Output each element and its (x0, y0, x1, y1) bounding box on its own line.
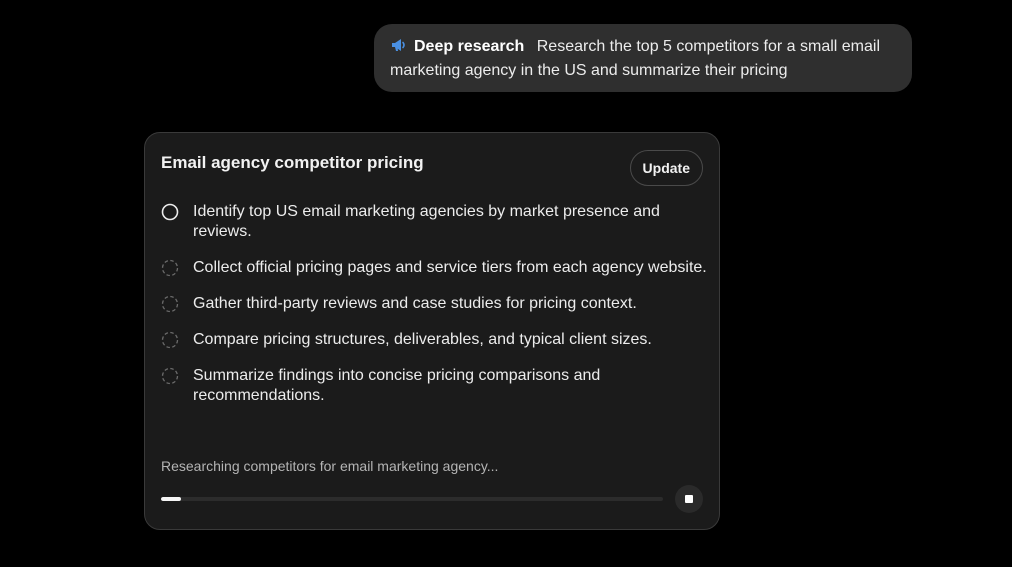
research-plan-card: Email agency competitor pricing Update I… (144, 132, 720, 530)
progress-fill (161, 497, 182, 501)
pending-circle-icon (161, 295, 179, 313)
progress-ring-icon (161, 203, 179, 221)
step-text: Identify top US email marketing agencies… (193, 203, 660, 240)
plan-step: Compare pricing structures, deliverables… (161, 330, 709, 350)
tool-label: Deep research (414, 38, 525, 55)
megaphone-icon (392, 39, 405, 51)
progress-bar (161, 497, 663, 501)
plan-step: Summarize findings into concise pricing … (161, 366, 709, 406)
step-text: Collect official pricing pages and servi… (193, 259, 707, 276)
stop-icon (685, 495, 693, 503)
step-text: Compare pricing structures, deliverables… (193, 331, 652, 348)
user-message-bubble: Deep research Research the top 5 competi… (374, 24, 912, 92)
pending-circle-icon (161, 367, 179, 385)
step-text: Gather third-party reviews and case stud… (193, 295, 637, 312)
plan-title: Email agency competitor pricing (161, 153, 424, 172)
plan-step: Gather third-party reviews and case stud… (161, 294, 709, 314)
deep-research-tag: Deep research (390, 38, 537, 55)
step-text: Summarize findings into concise pricing … (193, 367, 601, 404)
stop-button[interactable] (675, 485, 703, 513)
pending-circle-icon (161, 331, 179, 349)
plan-step: Identify top US email marketing agencies… (161, 202, 709, 242)
update-button[interactable]: Update (629, 150, 703, 186)
plan-steps: Identify top US email marketing agencies… (161, 202, 709, 406)
pending-circle-icon (161, 259, 179, 277)
status-text: Researching competitors for email market… (161, 458, 499, 474)
plan-step: Collect official pricing pages and servi… (161, 258, 709, 278)
